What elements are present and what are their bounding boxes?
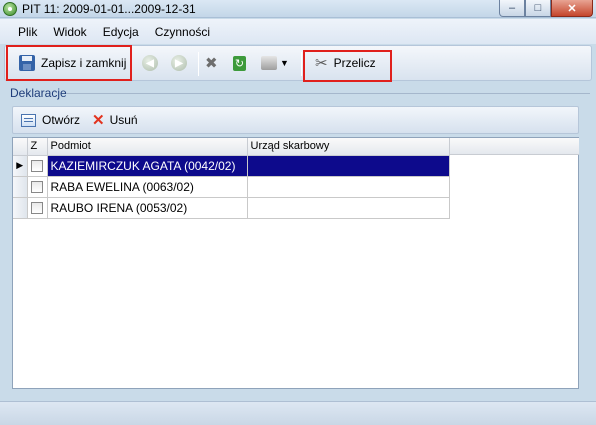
toolbar-separator — [198, 52, 199, 76]
open-form-icon — [21, 113, 36, 127]
arrow-left-icon: ◀ — [142, 55, 158, 71]
main-toolbar: Zapisz i zamknij ◀ ▶ ✖ ↻ ▼ ✂ Przelicz — [4, 45, 592, 82]
arrow-right-icon: ▶ — [171, 55, 187, 71]
cell-urzad[interactable] — [247, 197, 450, 219]
recalc-label: Przelicz — [333, 56, 376, 70]
window-title: PIT 11: 2009-01-01...2009-12-31 — [22, 2, 196, 16]
checkbox[interactable] — [31, 202, 43, 215]
cell-urzad[interactable] — [247, 155, 450, 177]
open-button[interactable]: Otwórz — [21, 113, 80, 127]
cell-podmiot[interactable]: RABA EWELINA (0063/02) — [47, 176, 248, 198]
checkbox[interactable] — [31, 160, 43, 173]
delete-button[interactable]: ✕ Usuń — [92, 111, 138, 129]
delete-label: Usuń — [109, 113, 138, 127]
save-close-label: Zapisz i zamknij — [41, 56, 127, 70]
section-divider — [66, 93, 590, 94]
table-row[interactable]: ▶ KAZIEMIRCZUK AGATA (0042/02) — [13, 155, 450, 177]
table-row[interactable]: RABA EWELINA (0063/02) — [13, 176, 450, 198]
table-row[interactable]: RAUBO IRENA (0053/02) — [13, 197, 450, 219]
chevron-down-icon[interactable]: ▼ — [280, 58, 289, 68]
magic-wand-icon: ✂ — [315, 55, 328, 72]
row-indicator: ▶ — [13, 155, 28, 177]
row-indicator — [13, 176, 28, 198]
app-icon — [3, 2, 17, 16]
column-header-urzad[interactable]: Urząd skarbowy — [247, 138, 450, 156]
toolbar-separator — [301, 52, 302, 76]
menu-czynnosci[interactable]: Czynności — [147, 25, 218, 39]
cell-podmiot[interactable]: RAUBO IRENA (0053/02) — [47, 197, 248, 219]
declarations-toolbar: Otwórz ✕ Usuń — [12, 106, 579, 134]
cell-podmiot[interactable]: KAZIEMIRCZUK AGATA (0042/02) — [47, 155, 248, 177]
grid-header-filler — [449, 138, 579, 155]
window-controls: – □ ✕ — [499, 0, 593, 17]
row-indicator — [13, 197, 28, 219]
column-header-z[interactable]: Z — [27, 138, 48, 156]
menu-plik[interactable]: Plik — [10, 25, 45, 39]
tools-button[interactable]: ✖ — [205, 46, 218, 80]
printer-icon — [261, 56, 277, 70]
row-checkbox[interactable] — [27, 155, 48, 177]
row-checkbox[interactable] — [27, 197, 48, 219]
forward-button[interactable]: ▶ — [171, 46, 187, 80]
delete-x-icon: ✕ — [92, 112, 105, 129]
menu-bar: Plik Widok Edycja Czynności — [0, 19, 596, 44]
menu-edycja[interactable]: Edycja — [95, 25, 147, 39]
status-bar — [0, 401, 596, 425]
menu-widok[interactable]: Widok — [45, 25, 94, 39]
maximize-button[interactable]: □ — [525, 0, 551, 17]
cell-urzad[interactable] — [247, 176, 450, 198]
save-close-button[interactable]: Zapisz i zamknij — [19, 46, 126, 80]
refresh-icon: ↻ — [233, 55, 246, 71]
close-button[interactable]: ✕ — [551, 0, 593, 17]
print-button[interactable]: ▼ — [261, 46, 289, 80]
checkbox[interactable] — [31, 181, 43, 194]
grid-corner — [13, 138, 28, 156]
tools-icon: ✖ — [205, 55, 218, 72]
declarations-grid: Z Podmiot Urząd skarbowy ▶ KAZIEMIRCZUK … — [12, 137, 579, 389]
recalc-button[interactable]: ✂ Przelicz — [315, 46, 376, 80]
refresh-button[interactable]: ↻ — [233, 46, 246, 80]
declarations-table: Z Podmiot Urząd skarbowy ▶ KAZIEMIRCZUK … — [13, 138, 450, 219]
minimize-button[interactable]: – — [499, 0, 525, 17]
column-header-podmiot[interactable]: Podmiot — [47, 138, 248, 156]
open-label: Otwórz — [42, 113, 81, 127]
floppy-disk-icon — [19, 55, 35, 71]
section-title: Deklaracje — [10, 86, 67, 100]
row-checkbox[interactable] — [27, 176, 48, 198]
back-button[interactable]: ◀ — [142, 46, 158, 80]
title-bar: PIT 11: 2009-01-01...2009-12-31 – □ ✕ — [0, 0, 596, 18]
